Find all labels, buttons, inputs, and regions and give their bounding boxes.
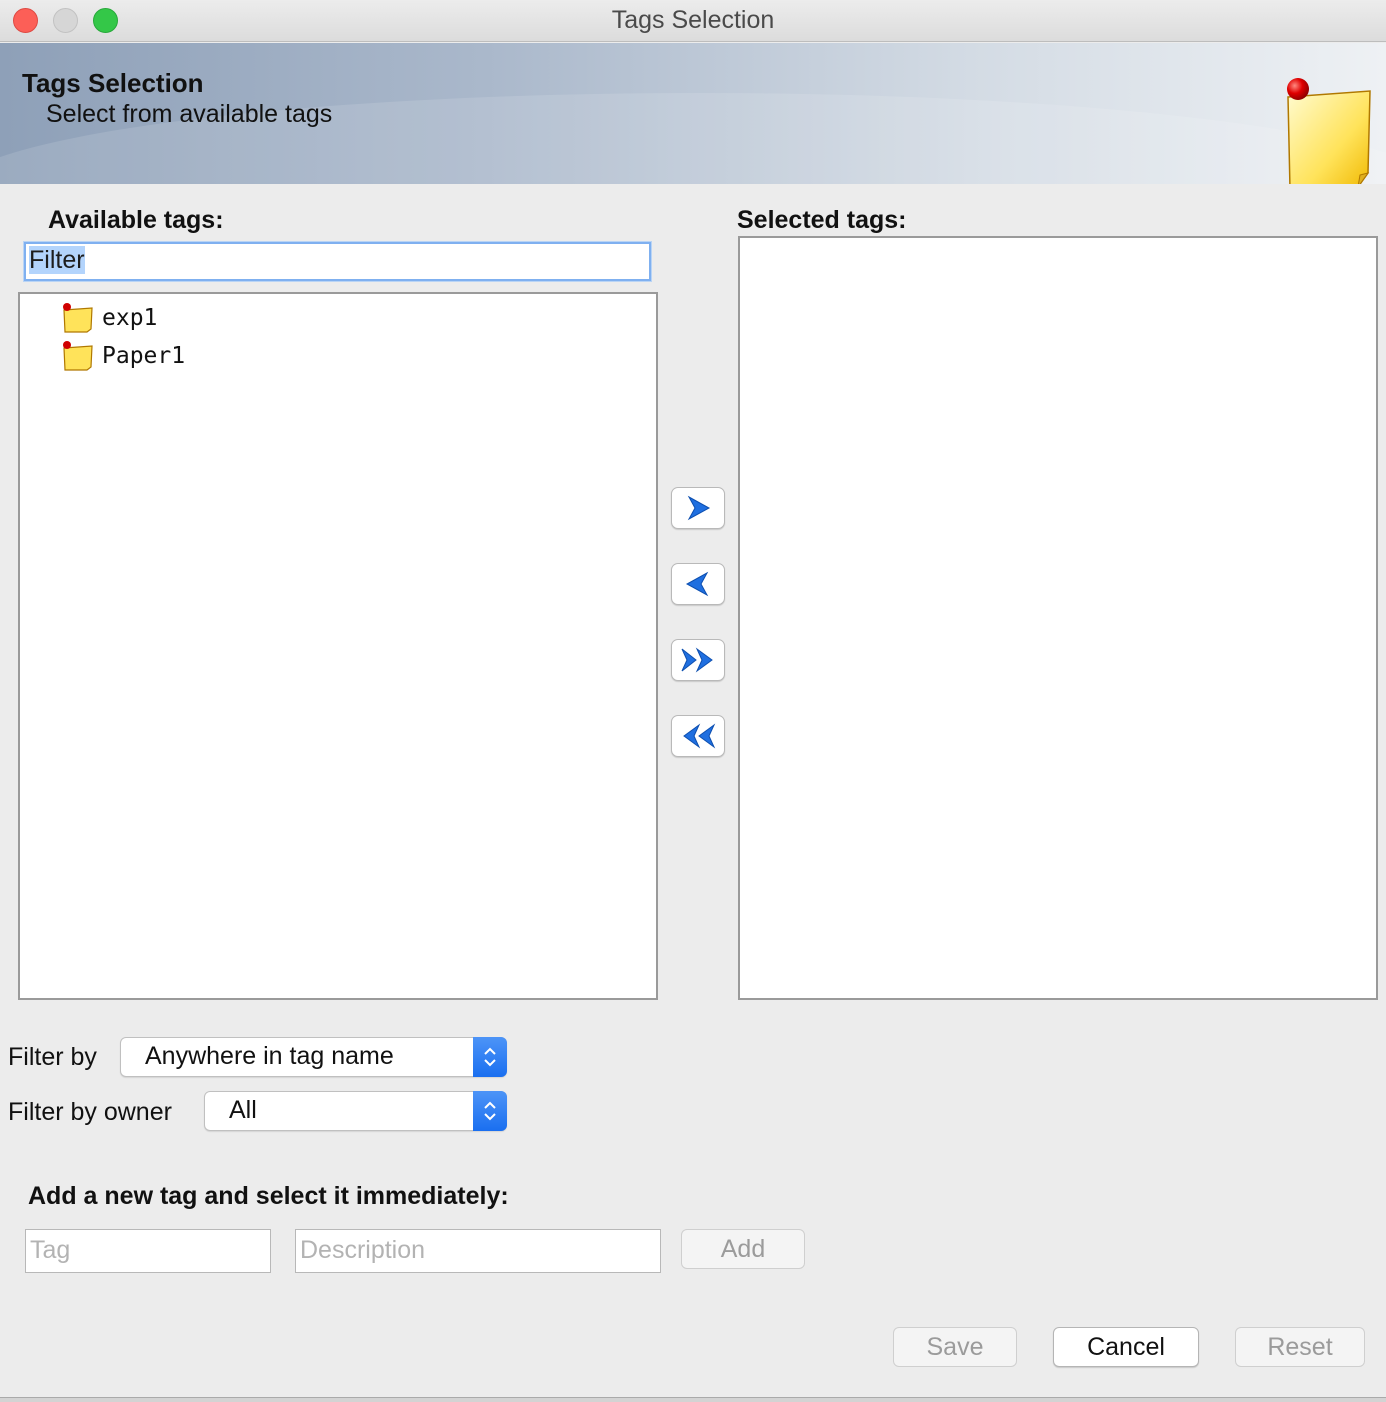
list-item[interactable]: exp1 xyxy=(62,300,157,336)
description-placeholder: Description xyxy=(300,1236,426,1264)
filter-by-value: Anywhere in tag name xyxy=(145,1042,394,1070)
double-chevron-right-icon xyxy=(681,647,713,673)
new-tag-input[interactable]: Tag xyxy=(25,1229,271,1273)
filter-by-owner-select[interactable]: All xyxy=(204,1091,507,1131)
filter-by-select[interactable]: Anywhere in tag name xyxy=(120,1037,507,1077)
dialog-banner: Tags Selection Select from available tag… xyxy=(0,43,1386,184)
tag-note-icon xyxy=(63,341,93,371)
banner-heading: Tags Selection xyxy=(22,68,204,98)
available-tags-label: Available tags: xyxy=(48,206,224,234)
save-button[interactable]: Save xyxy=(893,1327,1017,1367)
window-bottom-edge xyxy=(0,1397,1386,1402)
add-selected-button[interactable] xyxy=(671,487,725,529)
updown-icon xyxy=(473,1037,507,1077)
window-titlebar: Tags Selection xyxy=(0,0,1386,42)
banner-subheading: Select from available tags xyxy=(46,100,333,128)
filter-input[interactable]: Filter xyxy=(24,242,651,281)
updown-icon xyxy=(473,1091,507,1131)
window-title: Tags Selection xyxy=(611,6,775,34)
filter-by-owner-value: All xyxy=(229,1096,257,1124)
reset-button[interactable]: Reset xyxy=(1235,1327,1365,1367)
new-tag-label: Add a new tag and select it immediately: xyxy=(28,1182,509,1210)
tag-note-icon xyxy=(63,303,93,333)
sticky-note-icon xyxy=(1287,78,1371,184)
selected-tags-list[interactable] xyxy=(738,236,1378,1000)
list-item[interactable]: Paper1 xyxy=(62,338,185,374)
filter-by-owner-label: Filter by owner xyxy=(8,1098,172,1126)
filter-by-label: Filter by xyxy=(8,1043,97,1071)
new-tag-placeholder: Tag xyxy=(30,1236,71,1264)
remove-all-button[interactable] xyxy=(671,715,725,757)
available-tags-list[interactable]: exp1 Paper1 xyxy=(18,292,658,1000)
cancel-button[interactable]: Cancel xyxy=(1053,1327,1199,1367)
remove-selected-button[interactable] xyxy=(671,563,725,605)
filter-input-value: Filter xyxy=(29,246,85,274)
new-tag-description-input[interactable]: Description xyxy=(295,1229,661,1273)
tag-label: Paper1 xyxy=(102,343,186,369)
chevron-left-icon xyxy=(685,571,709,597)
tag-label: exp1 xyxy=(102,305,158,331)
selected-tags-label: Selected tags: xyxy=(737,206,907,234)
chevron-right-icon xyxy=(687,495,711,521)
double-chevron-left-icon xyxy=(683,723,716,749)
add-tag-button[interactable]: Add xyxy=(681,1229,805,1269)
add-all-button[interactable] xyxy=(671,639,725,681)
